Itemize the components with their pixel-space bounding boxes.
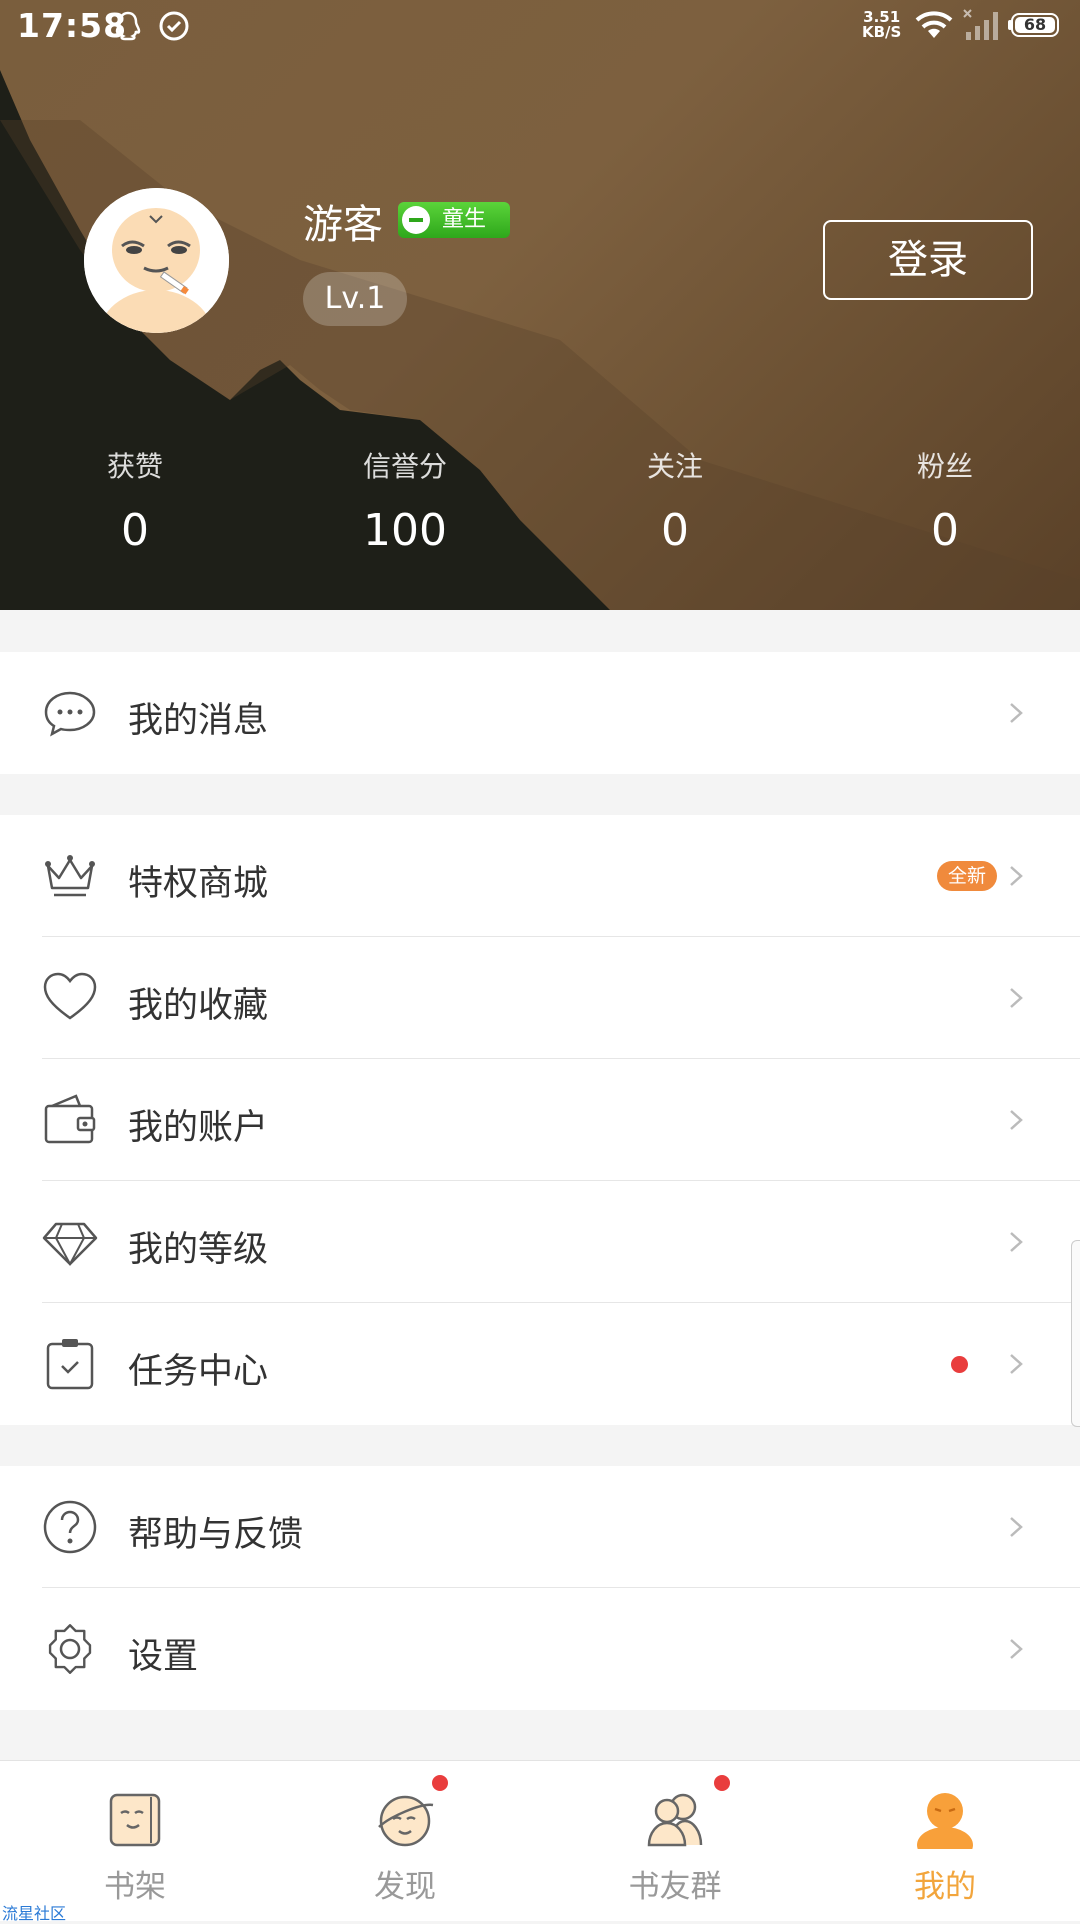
notification-dot	[951, 1356, 968, 1373]
question-icon	[43, 1500, 97, 1554]
wifi-icon	[915, 11, 953, 38]
gear-icon	[48, 1624, 92, 1674]
menu-label: 我的消息	[128, 701, 269, 741]
tab-label: 发现	[374, 1869, 436, 1905]
chevron-right-icon	[1010, 1232, 1023, 1252]
battery-icon: 68	[1011, 13, 1059, 37]
check-circle-icon	[159, 11, 189, 41]
menu-label: 帮助与反馈	[128, 1515, 304, 1555]
menu-item-level[interactable]: 我的等级	[0, 1181, 1080, 1303]
menu-item-favorites[interactable]: 我的收藏	[0, 937, 1080, 1059]
stat-value: 0	[931, 505, 959, 556]
tab-bookshelf[interactable]: 书架	[0, 1761, 270, 1921]
me-icon	[917, 1793, 973, 1849]
heart-icon	[43, 972, 97, 1020]
signal-icon	[963, 9, 998, 40]
menu-item-settings[interactable]: 设置	[0, 1588, 1080, 1710]
stat-value: 100	[363, 505, 447, 556]
menu-section-main: 特权商城 全新 我的收藏 我的账户 我的等级 任务中心	[0, 815, 1080, 1425]
menu-label: 设置	[128, 1637, 199, 1677]
menu-section-help: 帮助与反馈 设置	[0, 1466, 1080, 1710]
stat-credit[interactable]: 信誉分 100	[305, 445, 505, 556]
stat-label: 关注	[646, 450, 703, 483]
chat-bubble-icon	[44, 691, 96, 737]
stat-label: 信誉分	[362, 450, 447, 483]
qq-icon	[115, 11, 141, 41]
stat-fans[interactable]: 粉丝 0	[845, 445, 1045, 556]
avatar-face-icon	[84, 188, 229, 333]
new-badge: 全新	[937, 861, 997, 891]
menu-label: 特权商城	[128, 864, 269, 904]
menu-item-account[interactable]: 我的账户	[0, 1059, 1080, 1181]
login-button[interactable]: 登录	[823, 220, 1033, 300]
menu-item-messages[interactable]: 我的消息	[0, 652, 1080, 774]
chevron-right-icon	[1010, 1110, 1023, 1130]
bottom-nav: 书架 发现 书友群 我的	[0, 1760, 1080, 1921]
menu-section-messages: 我的消息	[0, 652, 1080, 774]
net-speed: 3.51 KB/S	[862, 8, 902, 41]
profile-header: 17:58 3.51 KB/S 68 游客 童生 Lv.1 登录 获赞 0 信誉…	[0, 0, 1080, 610]
tab-book-friends[interactable]: 书友群	[540, 1761, 810, 1921]
notification-dot	[432, 1775, 448, 1791]
menu-label: 我的账户	[128, 1108, 269, 1148]
bookshelf-icon	[109, 1793, 161, 1847]
status-bar: 17:58 3.51 KB/S 68	[0, 0, 1080, 52]
chevron-right-icon	[1010, 866, 1023, 886]
chevron-right-icon	[1010, 1639, 1023, 1659]
stat-label: 粉丝	[916, 450, 973, 483]
tab-discover[interactable]: 发现	[270, 1761, 540, 1921]
tab-label: 书友群	[628, 1869, 722, 1905]
tab-me[interactable]: 我的	[810, 1761, 1080, 1921]
notification-dot	[714, 1775, 730, 1791]
crown-icon	[45, 855, 95, 897]
stat-following[interactable]: 关注 0	[575, 445, 775, 556]
chevron-right-icon	[1010, 1354, 1023, 1374]
avatar[interactable]	[84, 188, 229, 333]
stat-value: 0	[661, 505, 689, 556]
group-icon	[647, 1793, 703, 1847]
wallet-icon	[44, 1094, 96, 1144]
menu-item-privilege-store[interactable]: 特权商城 全新	[0, 815, 1080, 937]
scroll-indicator[interactable]	[1071, 1240, 1080, 1427]
chevron-right-icon	[1010, 1517, 1023, 1537]
menu-label: 我的收藏	[128, 986, 269, 1026]
minus-icon	[402, 206, 430, 234]
level-pill[interactable]: Lv.1	[303, 272, 407, 326]
status-time: 17:58	[17, 6, 128, 45]
stat-value: 0	[121, 505, 149, 556]
menu-label: 我的等级	[128, 1230, 269, 1270]
planet-icon	[378, 1795, 434, 1847]
diamond-icon	[42, 1222, 98, 1267]
watermark: 流星社区	[2, 1904, 67, 1923]
chevron-right-icon	[1010, 988, 1023, 1008]
stat-label: 获赞	[106, 450, 163, 483]
menu-label: 任务中心	[128, 1352, 269, 1392]
chevron-right-icon	[1010, 703, 1023, 723]
clipboard-check-icon	[46, 1339, 94, 1390]
tab-label: 我的	[914, 1869, 976, 1905]
stat-likes[interactable]: 获赞 0	[35, 445, 235, 556]
menu-item-tasks[interactable]: 任务中心	[0, 1303, 1080, 1425]
username: 游客	[303, 202, 383, 248]
rank-badge: 童生	[398, 202, 510, 238]
menu-item-help[interactable]: 帮助与反馈	[0, 1466, 1080, 1588]
